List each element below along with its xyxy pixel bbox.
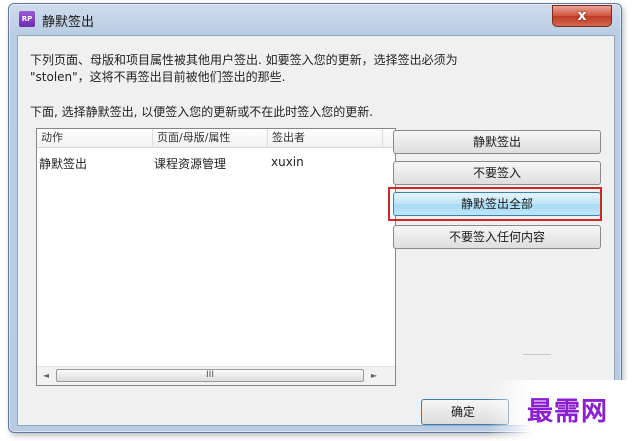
ok-label: 确定	[451, 405, 476, 419]
app-icon: RP	[19, 11, 35, 27]
scroll-right-icon[interactable]: ►	[368, 370, 380, 382]
no-checkin-button[interactable]: 不要签入	[393, 161, 601, 185]
silent-checkout-button[interactable]: 静默签出	[393, 130, 601, 154]
close-icon: x	[577, 8, 587, 24]
title-bar[interactable]: RP 静默签出 x	[9, 4, 621, 34]
highlight-frame	[388, 187, 602, 221]
column-header-action[interactable]: 动作	[37, 129, 153, 147]
message-line-2: "stolen"，这将不再签出目前被他们签出的那些.	[30, 70, 286, 84]
checkout-list[interactable]: 动作 页面/母版/属性 签出者 静默签出 课程资源管理 xuxin ◄ III …	[36, 128, 396, 386]
column-header-item[interactable]: 页面/母版/属性	[153, 129, 268, 147]
message-line-3: 下面, 选择静默签出, 以便签入您的更新或不在此时签入您的更新.	[30, 105, 374, 119]
watermark-logo: 最需网	[527, 397, 609, 427]
message-line-1: 下列页面、母版和项目属性被其他用户签出. 如要签入您的更新，选择签出必须为	[30, 53, 458, 67]
row-owner: xuxin	[271, 155, 304, 169]
window-title: 静默签出	[42, 15, 95, 30]
scroll-thumb[interactable]: III	[56, 369, 364, 382]
no-checkin-anything-button[interactable]: 不要签入任何内容	[393, 225, 601, 249]
scroll-left-icon[interactable]: ◄	[40, 370, 52, 382]
divider	[523, 354, 551, 355]
dialog-body: 下列页面、母版和项目属性被其他用户签出. 如要签入您的更新，选择签出必须为 "s…	[17, 35, 615, 426]
column-header-owner[interactable]: 签出者	[268, 129, 383, 147]
row-action: 静默签出	[39, 157, 88, 171]
close-button[interactable]: x	[552, 5, 612, 27]
horizontal-scrollbar[interactable]: ◄ III ►	[37, 366, 395, 385]
list-header: 动作 页面/母版/属性 签出者	[37, 129, 395, 148]
screenshot-stage: RP 静默签出 x 下列页面、母版和项目属性被其他用户签出. 如要签入您的更新，…	[0, 0, 637, 441]
scroll-grip-icon: III	[206, 370, 214, 380]
row-item: 课程资源管理	[154, 157, 227, 171]
dialog-window: RP 静默签出 x 下列页面、母版和项目属性被其他用户签出. 如要签入您的更新，…	[8, 3, 622, 433]
